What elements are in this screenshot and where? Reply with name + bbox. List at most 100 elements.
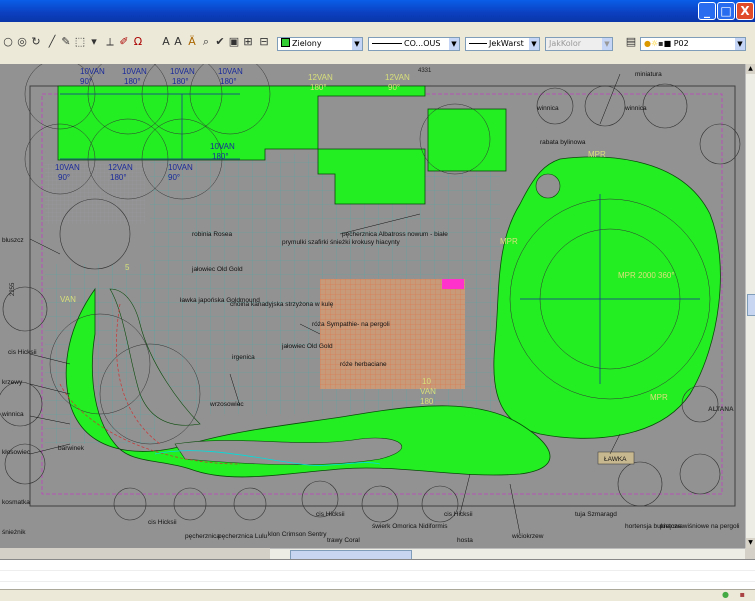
sprinkler-label: 10VAN — [218, 67, 243, 76]
plant-label: bluszcz — [2, 237, 24, 244]
sprinkler-angle: 180° — [124, 77, 141, 86]
plant-label: pęcherznica Lulu — [218, 533, 268, 540]
sprinkler-label: 12VAN — [308, 73, 333, 82]
sprinkler-angle: 90° — [388, 83, 400, 92]
sprinkler-label: MPR — [500, 237, 518, 246]
scroll-down-icon[interactable]: ▼ — [746, 538, 755, 548]
garden-plan-drawing: 4331 2255 10VAN 90° 10VAN 180° 10VAN 180… — [0, 64, 741, 544]
plant-label: klon Crimson Sentry — [268, 531, 327, 538]
sprinkler-angle: 180° — [310, 83, 327, 92]
text-style-icon[interactable]: A — [172, 36, 184, 48]
sprinkler-label: MPR 2000 360° — [618, 271, 675, 280]
plant-label: śnieżnik — [2, 529, 26, 536]
spell-icon[interactable]: ✔ — [214, 36, 226, 48]
chevron-down-icon: ▼ — [449, 38, 459, 50]
sprinkler-label: 12VAN — [385, 73, 410, 82]
plant-label: hosta — [457, 537, 473, 544]
sprinkler-label: MPR — [588, 150, 606, 159]
scroll-up-icon[interactable]: ▲ — [746, 64, 755, 74]
justify-icon[interactable]: ⊟ — [258, 36, 270, 48]
pencil-icon[interactable]: ✎ — [60, 36, 72, 48]
line-sample-icon — [469, 43, 487, 44]
command-line[interactable] — [0, 559, 755, 593]
sprinkler-angle: 180° — [172, 77, 189, 86]
plant-label: miniatura — [635, 71, 662, 78]
mirror-icon[interactable]: ⟂ — [104, 36, 116, 48]
maximize-button[interactable]: □ — [717, 2, 735, 20]
text-box-icon[interactable]: ▣ — [228, 36, 240, 48]
plant-label: winnica — [536, 105, 559, 112]
plant-label: cis Hicksii — [444, 511, 473, 518]
sprinkler-label: VAN — [420, 387, 436, 396]
tray-icon[interactable]: ▪ — [740, 590, 745, 599]
plotstyle-combo: JakKolor ▼ — [545, 37, 613, 51]
terrace-marker — [442, 279, 464, 289]
plant-label: pęcherznica — [185, 533, 220, 540]
plant-label: choina kanadyjska strzyżona w kulę — [230, 301, 334, 308]
color-combo[interactable]: Zielony ▼ — [277, 37, 363, 51]
sprinkler-angle: 90° — [80, 77, 92, 86]
sprinkler-label: 10VAN — [55, 163, 80, 172]
circle-tool-icon[interactable]: ○ — [2, 36, 14, 48]
layer-combo-value: P02 — [673, 39, 689, 48]
plant-label: irgenica — [232, 354, 255, 361]
plant-label: pnącza wiśniowe na pergoli — [660, 523, 740, 530]
color-combo-value: Zielony — [292, 39, 322, 48]
properties-toolbar: ○ ◎ ↻ ╱ ✎ ⬚ ▾ ⟂ ✐ Ω A A Ä ⌕ ✔ ▣ ⊞ ⊟ Ziel… — [0, 22, 755, 65]
status-bar: ● ▪ — [0, 589, 755, 601]
scroll-thumb[interactable] — [747, 294, 755, 316]
sprinkler-label: 10 — [422, 377, 431, 386]
sprinkler-angle: 180 — [420, 397, 434, 406]
sprinkler-label: MPR — [650, 393, 668, 402]
line-sample-icon — [372, 43, 402, 44]
circle-tool-icon[interactable]: ◎ — [16, 36, 28, 48]
match-prop-icon[interactable]: ✐ — [118, 36, 130, 48]
text-icon[interactable]: A — [160, 36, 172, 48]
drawing-canvas[interactable]: 4331 2255 10VAN 90° 10VAN 180° 10VAN 180… — [0, 64, 745, 548]
sprinkler-angle: 90° — [58, 173, 70, 182]
edit-icon[interactable]: ⬚ — [74, 36, 86, 48]
hatch-icon[interactable]: Ω — [132, 36, 144, 48]
lineweight-combo[interactable]: JekWarst ▼ — [465, 37, 540, 51]
sprinkler-label: VAN — [60, 295, 76, 304]
sprinkler-angle: 180° — [110, 173, 127, 182]
line-icon[interactable]: ╱ — [46, 36, 58, 48]
dimension-left: 2255 — [10, 282, 16, 296]
dropdown-icon[interactable]: ▾ — [88, 36, 100, 48]
bench-label: ŁAWKA — [604, 456, 627, 463]
close-button[interactable]: X — [736, 2, 754, 20]
plant-label: wiciokrzew — [511, 533, 544, 540]
minimize-button[interactable]: _ — [698, 2, 716, 20]
command-history-line — [0, 560, 755, 571]
plant-label: jałowiec Old Gold — [281, 343, 333, 350]
communication-icon[interactable]: ● — [722, 590, 729, 599]
sprinkler-label: 5 — [125, 263, 130, 272]
sprinkler-label: 10VAN — [122, 67, 147, 76]
gazebo-label: ALTANA — [708, 406, 734, 413]
sprinkler-angle: 180° — [220, 77, 237, 86]
linetype-combo[interactable]: CO...OUS ▼ — [368, 37, 460, 51]
plant-label: winnica — [624, 105, 647, 112]
command-history-line — [0, 571, 755, 582]
text-edit-icon[interactable]: Ä — [186, 36, 198, 48]
plotstyle-combo-value: JakKolor — [549, 39, 582, 48]
lightbulb-icon: ● — [644, 39, 651, 48]
plant-label: prymulki szafirki śnieżki krokusy hiacyn… — [282, 239, 401, 246]
scale-text-icon[interactable]: ⊞ — [242, 36, 254, 48]
vertical-scrollbar[interactable]: ▲ ▼ — [745, 64, 755, 548]
plant-label: kosmatka — [2, 499, 30, 506]
plant-label: cis Hicksii — [148, 519, 177, 526]
plant-label: krzewy — [2, 379, 23, 386]
plant-label: kłosowiec — [2, 449, 31, 456]
plant-label: winnica — [1, 411, 24, 418]
sprinkler-label: 12VAN — [108, 163, 133, 172]
plant-label: cis Hicksii — [8, 349, 37, 356]
layout-tabs[interactable] — [0, 548, 270, 559]
layer-combo[interactable]: ●☼▪■ P02 ▼ — [640, 37, 746, 51]
find-icon[interactable]: ⌕ — [200, 36, 212, 48]
layer-manager-icon[interactable]: ▤ — [625, 36, 637, 48]
plant-label: róże herbaciane — [340, 361, 387, 368]
rotate-icon[interactable]: ↻ — [30, 36, 42, 48]
plant-label: róża Sympathie- na pergoli — [312, 321, 390, 328]
layer-color-icon: ■ — [663, 39, 672, 48]
